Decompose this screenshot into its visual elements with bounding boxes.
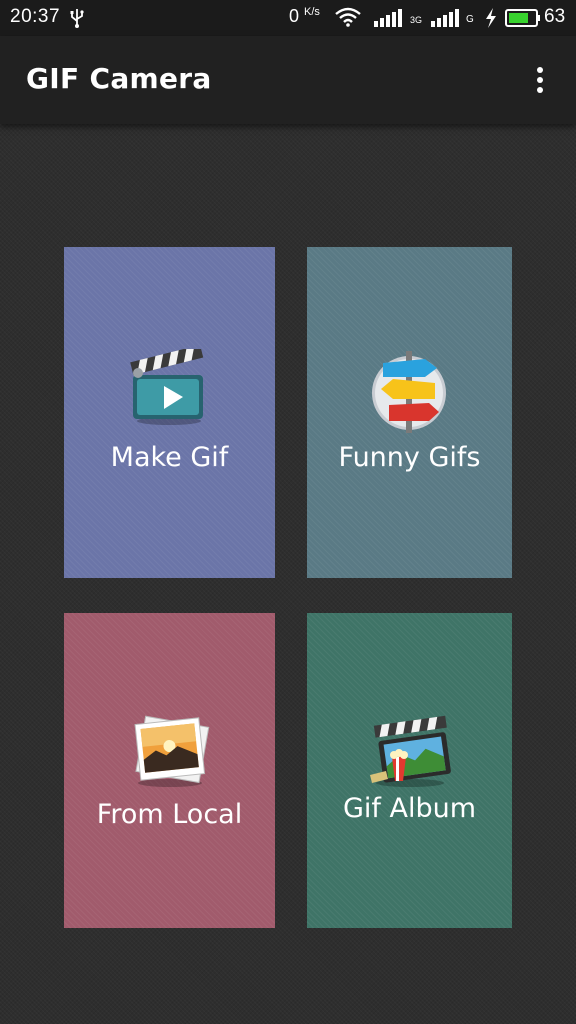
more-vertical-icon[interactable] <box>526 64 554 96</box>
charging-bolt-icon <box>486 8 496 28</box>
signal-strength-icon <box>374 9 402 27</box>
app-title: GIF Camera <box>26 62 212 95</box>
status-time: 20:37 <box>10 6 61 27</box>
net-speed-unit: K/s <box>304 6 320 18</box>
net-speed: 0 <box>289 6 300 26</box>
gif-album-label: Gif Album <box>342 793 477 824</box>
usb-icon <box>70 9 84 28</box>
clapperboard-play-icon <box>130 349 204 425</box>
from-local-tile[interactable]: From Local <box>64 613 275 928</box>
battery-level: 63 <box>544 6 566 27</box>
signpost-icon <box>372 351 446 433</box>
from-local-label: From Local <box>96 799 243 830</box>
network-type-label: G <box>466 14 474 25</box>
battery-icon <box>505 9 540 27</box>
signal-strength-icon <box>431 9 459 27</box>
make-gif-tile[interactable]: Make Gif <box>64 247 275 578</box>
app-bar: GIF Camera <box>0 36 576 124</box>
network-type-label: 3G <box>410 15 423 25</box>
status-bar: 20:37 0 K/s 3G G 63 <box>0 0 576 36</box>
photos-icon <box>134 715 210 787</box>
funny-gifs-label: Funny Gifs <box>338 442 481 473</box>
gif-album-tile[interactable]: Gif Album <box>307 613 512 928</box>
film-album-icon <box>370 715 451 787</box>
funny-gifs-tile[interactable]: Funny Gifs <box>307 247 512 578</box>
make-gif-label: Make Gif <box>110 442 229 473</box>
wifi-icon <box>335 7 361 27</box>
